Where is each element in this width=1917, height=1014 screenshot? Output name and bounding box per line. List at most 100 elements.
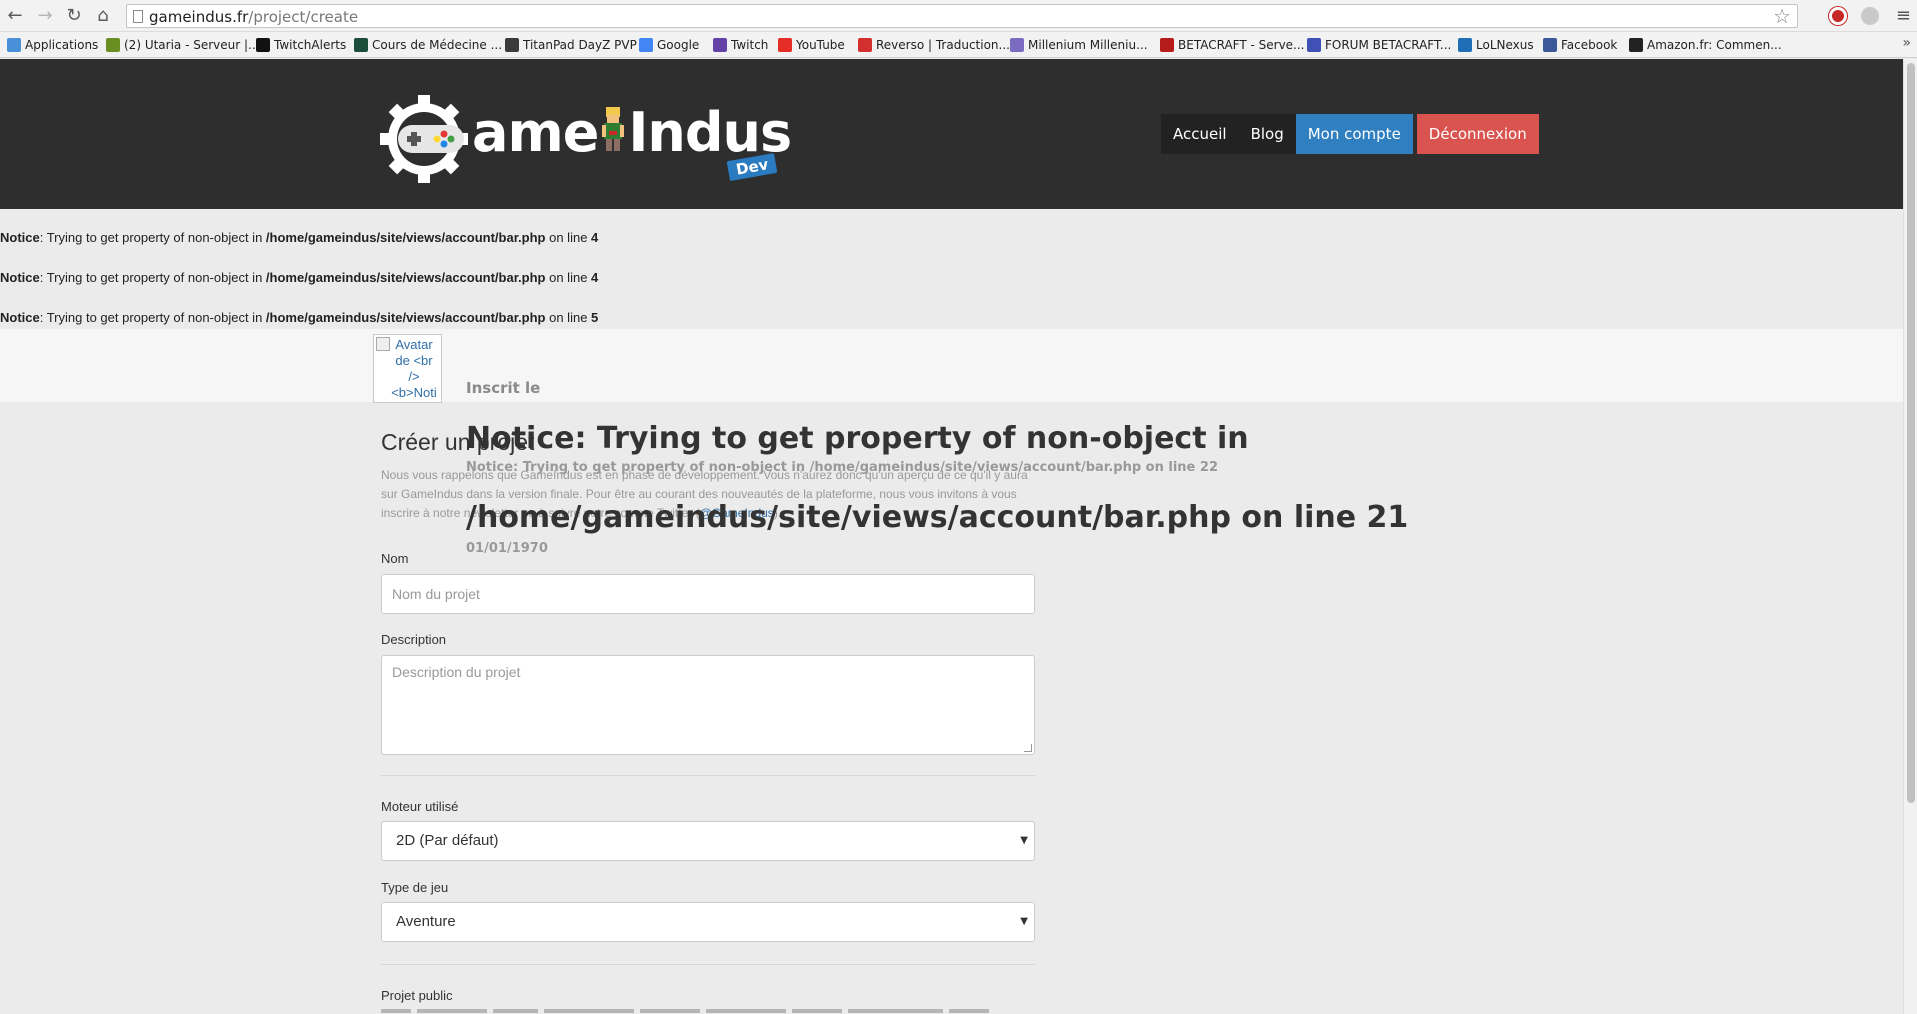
logo-text-part1: ame: [472, 101, 599, 164]
bookmark-favicon: [639, 38, 653, 52]
php-notice: Notice: Trying to get property of non-ob…: [0, 230, 598, 245]
notice-message: : Trying to get property of non-object i…: [39, 230, 266, 245]
bookmark-item[interactable]: (2) Utaria - Serveur |...: [106, 36, 260, 54]
browser-toolbar: ← → ↻ ⌂ gameindus.fr/project/create ☆ ≡: [0, 0, 1917, 32]
account-notice-file: /home/gameindus/site/views/account/bar.p…: [466, 500, 1409, 535]
bookmark-item[interactable]: Amazon.fr: Commen...: [1629, 36, 1782, 54]
bookmark-favicon: [106, 38, 120, 52]
notice-label: Notice: [0, 270, 40, 285]
bookmark-item[interactable]: Applications: [7, 36, 98, 54]
bookmark-item[interactable]: Reverso | Traduction...: [858, 36, 1010, 54]
extension-icon[interactable]: [1861, 7, 1879, 25]
bookmark-favicon: [1160, 38, 1174, 52]
apps-icon: [7, 38, 21, 52]
dropdown-caret-icon: ▼: [1020, 916, 1028, 927]
engine-selected-value: 2D (Par défaut): [396, 832, 499, 849]
project-name-input[interactable]: Nom du projet: [381, 574, 1035, 614]
notice-file: /home/gameindus/site/views/account/bar.p…: [265, 270, 546, 285]
bookmark-label: Cours de Médecine ...: [372, 38, 503, 52]
nav-blog-link[interactable]: Blog: [1238, 114, 1296, 154]
bookmark-label: Google: [657, 38, 700, 52]
bookmark-item[interactable]: BETACRAFT - Serve...: [1160, 36, 1305, 54]
avatar: Avatar de <br /> <b>Noti: [373, 334, 442, 403]
url-domain: gameindus.fr: [149, 8, 249, 26]
adblock-extension-icon[interactable]: [1829, 7, 1847, 25]
notice-line-number: 5: [591, 310, 599, 325]
bookmark-item[interactable]: LoLNexus: [1458, 36, 1534, 54]
bookmark-item[interactable]: Facebook: [1543, 36, 1617, 54]
account-bar: [0, 329, 1903, 402]
account-notice-heading: Notice: Trying to get property of non-ob…: [466, 421, 1249, 456]
bookmark-label: (2) Utaria - Serveur |...: [124, 38, 260, 52]
site-logo[interactable]: ame Indus Dev: [380, 95, 792, 185]
broken-image-icon: [376, 337, 390, 351]
bookmark-label: Reverso | Traduction...: [876, 38, 1010, 52]
url-path: /project/create: [248, 8, 359, 26]
nav-logout-button[interactable]: Déconnexion: [1416, 114, 1539, 154]
nav-account-button[interactable]: Mon compte: [1295, 114, 1413, 154]
bookmark-favicon: [1543, 38, 1557, 52]
page-content: ame Indus Dev Accueil Blog Mon compte Déc…: [0, 59, 1903, 1014]
nav-home-link[interactable]: Accueil: [1161, 114, 1239, 154]
bookmark-favicon: [1010, 38, 1024, 52]
bookmark-label: BETACRAFT - Serve...: [1178, 38, 1305, 52]
bookmark-favicon: [505, 38, 519, 52]
logo-wordmark: ame Indus: [472, 101, 792, 165]
form-divider: [381, 964, 1035, 965]
bookmark-label: FORUM BETACRAFT...: [1325, 38, 1452, 52]
bookmark-item[interactable]: FORUM BETACRAFT...: [1307, 36, 1451, 54]
chrome-menu-icon[interactable]: ≡: [1896, 5, 1911, 27]
notice-on-line: on line: [545, 270, 592, 285]
notice-label: Notice: [0, 310, 40, 325]
bookmark-item[interactable]: Twitch: [713, 36, 768, 54]
bookmark-item[interactable]: Cours de Médecine ...: [354, 36, 502, 54]
bookmark-star-icon[interactable]: ☆: [1773, 5, 1791, 27]
notice-label: Notice: [0, 230, 40, 245]
php-notice: Notice: Trying to get property of non-ob…: [0, 270, 598, 285]
bookmark-label: TwitchAlerts: [274, 38, 347, 52]
game-type-selected-value: Aventure: [396, 913, 456, 930]
bookmark-label: Facebook: [1561, 38, 1618, 52]
bookmark-item[interactable]: YouTube: [778, 36, 845, 54]
top-navigation: Accueil Blog Mon compte Déconnexion: [1161, 114, 1539, 154]
notice-line-number: 4: [591, 230, 599, 245]
bookmark-favicon: [1629, 38, 1643, 52]
dropdown-caret-icon: ▼: [1020, 835, 1028, 846]
name-label: Nom: [381, 551, 409, 566]
bookmark-item[interactable]: TitanPad DayZ PVP: [505, 36, 637, 54]
bookmark-label: YouTube: [796, 38, 845, 52]
bookmark-favicon: [354, 38, 368, 52]
description-placeholder: Description du projet: [392, 664, 521, 680]
bookmark-item[interactable]: Millenium Milleniu...: [1010, 36, 1148, 54]
bookmarks-bar: Applications (2) Utaria - Serveur |... T…: [0, 32, 1917, 58]
project-description-textarea[interactable]: Description du projet: [381, 655, 1035, 755]
pixel-character-icon: [598, 105, 628, 155]
bookmark-label: Twitch: [731, 38, 769, 52]
page-scrollbar[interactable]: [1903, 59, 1917, 1014]
engine-select[interactable]: 2D (Par défaut) ▼: [381, 821, 1035, 861]
forward-icon[interactable]: →: [34, 5, 56, 27]
inscrit-label: Inscrit le: [466, 379, 541, 397]
url-text: gameindus.fr/project/create: [149, 8, 358, 26]
scrollbar-thumb[interactable]: [1907, 63, 1915, 803]
account-notice-small: Notice: Trying to get property of non-ob…: [466, 460, 1218, 475]
reload-icon[interactable]: ↻: [63, 5, 85, 27]
game-type-select[interactable]: Aventure ▼: [381, 902, 1035, 942]
bookmark-label: TitanPad DayZ PVP: [523, 38, 637, 52]
back-icon[interactable]: ←: [4, 5, 26, 27]
bookmark-label: Amazon.fr: Commen...: [1647, 38, 1782, 52]
bookmark-label: Applications: [25, 38, 99, 52]
home-icon[interactable]: ⌂: [92, 5, 114, 27]
bookmark-item[interactable]: TwitchAlerts: [256, 36, 346, 54]
bookmarks-overflow-icon[interactable]: »: [1902, 35, 1911, 51]
notice-file: /home/gameindus/site/views/account/bar.p…: [265, 310, 546, 325]
bookmark-favicon: [858, 38, 872, 52]
bookmark-favicon: [256, 38, 270, 52]
php-notice: Notice: Trying to get property of non-ob…: [0, 310, 598, 325]
address-bar[interactable]: gameindus.fr/project/create ☆: [126, 4, 1798, 28]
resize-handle-icon[interactable]: [1024, 744, 1032, 752]
cutoff-text-line: [381, 1009, 1021, 1014]
site-header: ame Indus Dev Accueil Blog Mon compte Déc…: [0, 59, 1903, 209]
bookmark-favicon: [713, 38, 727, 52]
bookmark-item[interactable]: Google: [639, 36, 699, 54]
